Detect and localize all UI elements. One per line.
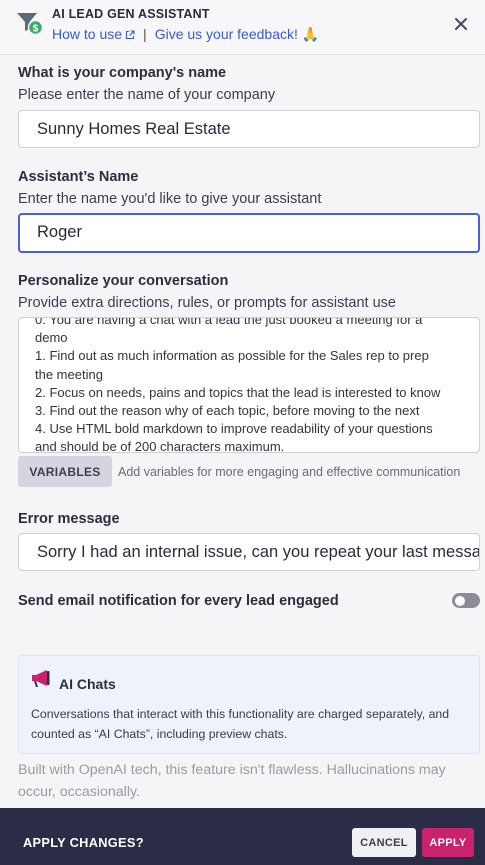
- email-notification-toggle[interactable]: [452, 593, 480, 608]
- cancel-button[interactable]: CANCEL: [352, 828, 416, 857]
- how-to-use-label: How to use: [52, 26, 123, 42]
- apply-footer: APPLY CHANGES? CANCEL APPLY: [0, 808, 485, 865]
- svg-text:$: $: [33, 24, 39, 35]
- header-links: How to use | Give us your feedback! 🙏: [52, 26, 319, 43]
- company-name-label: What is your company's name: [18, 65, 227, 81]
- assistant-name-hint: Enter the name you'd like to give your a…: [18, 191, 322, 207]
- prompt-line: and should be of 200 characters maximum.: [35, 439, 285, 453]
- personalize-hint: Provide extra directions, rules, or prom…: [18, 295, 396, 311]
- external-link-icon: [125, 30, 135, 40]
- personalize-label: Personalize your conversation: [18, 273, 229, 289]
- assistant-name-label: Assistant’s Name: [18, 169, 139, 185]
- ai-chats-title: AI Chats: [59, 676, 116, 692]
- prompt-line: demo: [35, 330, 68, 346]
- app-title: AI LEAD GEN ASSISTANT: [52, 7, 210, 21]
- close-icon[interactable]: [454, 17, 468, 31]
- apply-button[interactable]: APPLY: [422, 828, 474, 857]
- toggle-knob: [455, 595, 465, 606]
- ai-chats-text: Conversations that interact with this fu…: [31, 707, 450, 741]
- feedback-link[interactable]: Give us your feedback! 🙏: [155, 26, 320, 42]
- prompt-line: the meeting: [35, 366, 103, 382]
- assistant-name-input[interactable]: Roger: [18, 213, 480, 253]
- apply-changes-label: APPLY CHANGES?: [23, 835, 144, 850]
- prompt-line: 0. You are having a chat with a lead the…: [35, 317, 423, 327]
- openai-disclaimer: Built with OpenAI tech, this feature isn…: [18, 762, 446, 800]
- error-message-input[interactable]: Sorry I had an internal issue, can you r…: [18, 533, 480, 571]
- header-bar: $ AI LEAD GEN ASSISTANT How to use | Give …: [0, 0, 485, 55]
- company-name-input[interactable]: Sunny Homes Real Estate: [18, 110, 480, 148]
- how-to-use-link[interactable]: How to use: [52, 26, 135, 42]
- link-separator: |: [143, 26, 147, 42]
- email-notification-label: Send email notification for every lead e…: [18, 593, 339, 609]
- personalize-text: 0. You are having a chat with a lead the…: [35, 317, 465, 453]
- company-name-hint: Please enter the name of your company: [18, 87, 276, 103]
- megaphone-icon: [32, 670, 50, 687]
- variables-button[interactable]: VARIABLES: [18, 456, 112, 487]
- prompt-line: 2. Focus on needs, pains and topics that…: [35, 384, 441, 400]
- prompt-line: 4. Use HTML bold markdown to improve rea…: [35, 421, 433, 437]
- error-message-label: Error message: [18, 511, 120, 527]
- personalize-textarea[interactable]: 0. You are having a chat with a lead the…: [18, 317, 480, 453]
- prompt-line: 3. Find out the reason why of each topic…: [35, 403, 420, 419]
- variables-hint: Add variables for more engaging and effe…: [118, 465, 461, 479]
- funnel-dollar-icon: $: [17, 13, 44, 36]
- prompt-line: 1. Find out as much information as possi…: [35, 348, 429, 364]
- ai-chats-info-box: AI Chats Conversations that interact wit…: [18, 655, 480, 754]
